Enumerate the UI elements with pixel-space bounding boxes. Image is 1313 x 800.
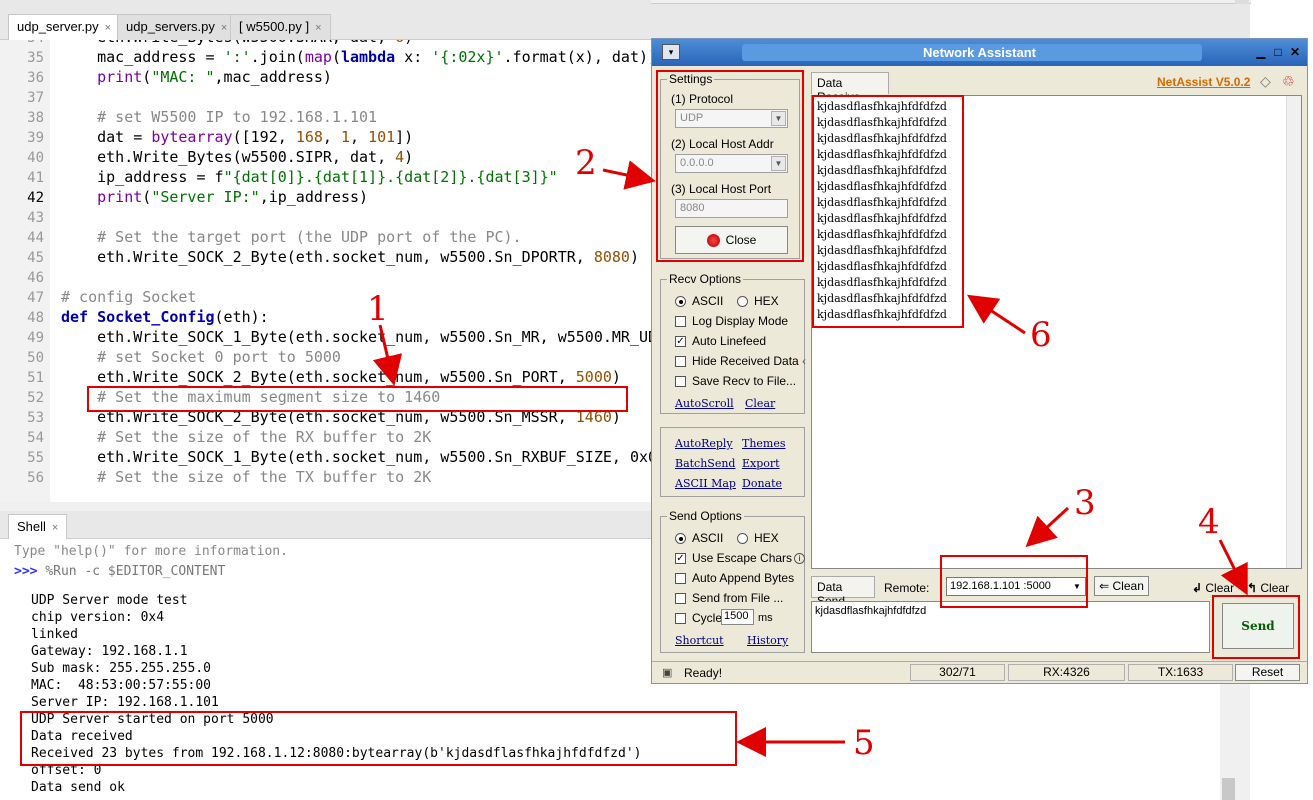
annotation-arrow-3 bbox=[1025, 506, 1070, 548]
annotation-arrow-4 bbox=[1218, 539, 1248, 596]
annotation-arrow-6 bbox=[966, 294, 1026, 335]
annotation-arrows bbox=[372, 160, 1248, 757]
annotation-arrow-1 bbox=[372, 324, 403, 386]
annotation-arrow-2 bbox=[602, 160, 656, 190]
